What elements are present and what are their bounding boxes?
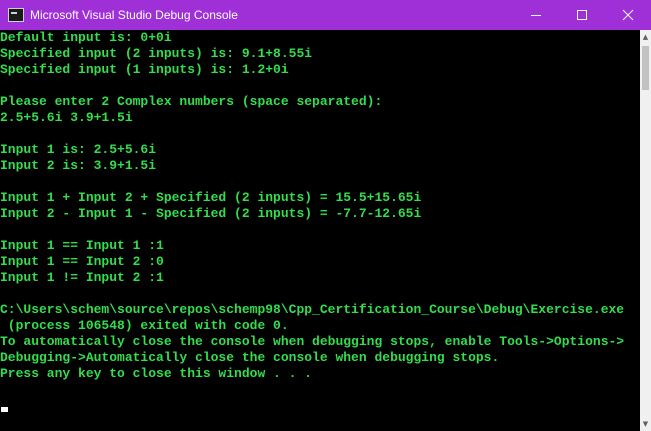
console-line: Default input is: 0+0i bbox=[0, 30, 172, 45]
scroll-down-arrow-icon[interactable]: ▼ bbox=[640, 417, 651, 431]
console-output[interactable]: Default input is: 0+0i Specified input (… bbox=[0, 30, 640, 431]
console-line: Specified input (2 inputs) is: 9.1+8.55i bbox=[0, 46, 313, 61]
close-button[interactable] bbox=[605, 0, 651, 30]
console-app-icon bbox=[8, 8, 24, 22]
console-line: 2.5+5.6i 3.9+1.5i bbox=[0, 110, 133, 125]
console-window: Microsoft Visual Studio Debug Console De… bbox=[0, 0, 651, 431]
console-line: Please enter 2 Complex numbers (space se… bbox=[0, 94, 383, 109]
console-line: To automatically close the console when … bbox=[0, 334, 625, 349]
minimize-icon bbox=[531, 15, 541, 16]
console-line: Input 1 + Input 2 + Specified (2 inputs)… bbox=[0, 190, 422, 205]
minimize-button[interactable] bbox=[513, 0, 559, 30]
cursor-line bbox=[0, 398, 640, 414]
maximize-button[interactable] bbox=[559, 0, 605, 30]
console-line: Input 2 is: 3.9+1.5i bbox=[0, 158, 157, 173]
console-line: Debugging->Automatically close the conso… bbox=[0, 350, 500, 365]
console-line: Input 1 != Input 2 :1 bbox=[0, 270, 164, 285]
title-bar[interactable]: Microsoft Visual Studio Debug Console bbox=[0, 0, 651, 30]
vertical-scrollbar[interactable]: ▲ ▼ bbox=[640, 30, 651, 431]
scroll-thumb[interactable] bbox=[642, 46, 649, 90]
console-line: Input 1 == Input 2 :0 bbox=[0, 254, 164, 269]
scroll-up-arrow-icon[interactable]: ▲ bbox=[640, 30, 651, 44]
console-line: Input 1 is: 2.5+5.6i bbox=[0, 142, 157, 157]
console-line: Input 1 == Input 1 :1 bbox=[0, 238, 164, 253]
console-line: (process 106548) exited with code 0. bbox=[0, 318, 289, 333]
maximize-icon bbox=[577, 10, 587, 20]
window-title: Microsoft Visual Studio Debug Console bbox=[30, 8, 238, 22]
text-cursor bbox=[1, 407, 8, 412]
console-line: Input 2 - Input 1 - Specified (2 inputs)… bbox=[0, 206, 422, 221]
console-line: Press any key to close this window . . . bbox=[0, 366, 313, 381]
console-line: C:\Users\schem\source\repos\schemp98\Cpp… bbox=[0, 302, 625, 317]
close-icon bbox=[622, 9, 634, 21]
console-line: Specified input (1 inputs) is: 1.2+0i bbox=[0, 62, 289, 77]
